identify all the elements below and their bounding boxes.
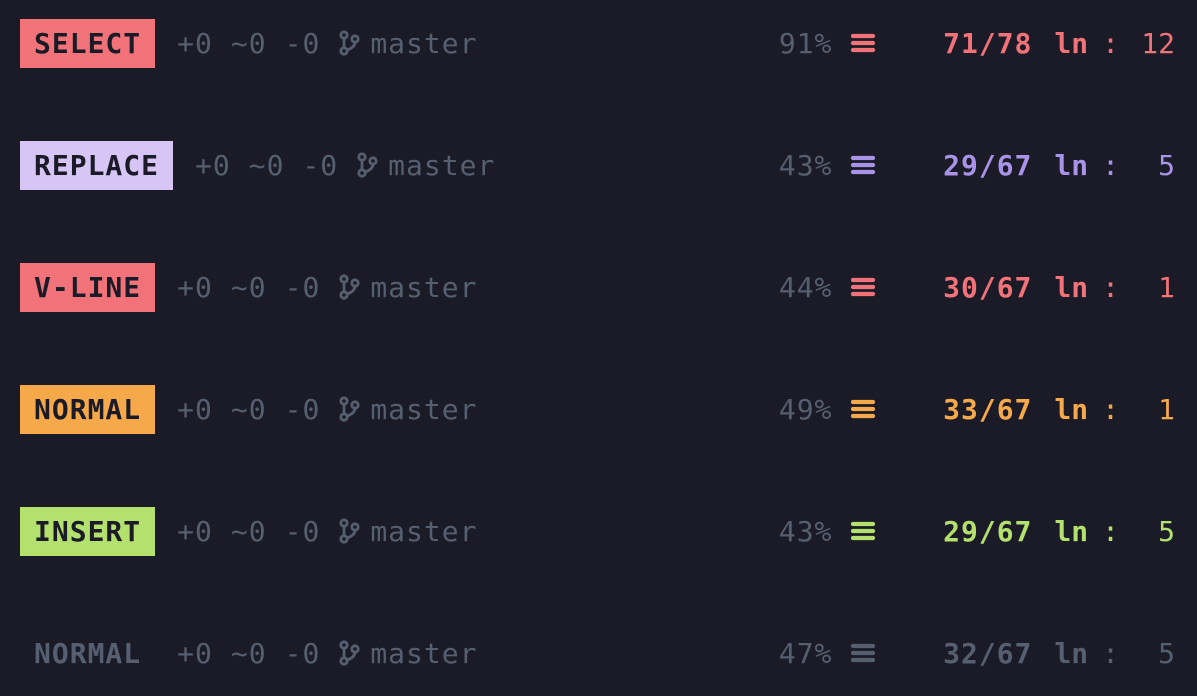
menu-icon <box>850 32 876 54</box>
line-position: 32/67 <box>912 637 1032 670</box>
git-added: +0 <box>177 637 213 670</box>
branch-icon <box>356 151 378 179</box>
git-info: +0 ~0 -0 master <box>177 27 477 60</box>
ln-label: ln <box>1054 393 1088 426</box>
status-row-replace: REPLACE +0 ~0 -0 master 43% 29/67 ln : 5 <box>20 140 1175 190</box>
scroll-percent: 49% <box>779 393 833 426</box>
column-number: 1 <box>1133 271 1175 304</box>
scroll-percent: 44% <box>779 271 833 304</box>
scroll-percent: 43% <box>779 515 833 548</box>
ln-label: ln <box>1054 271 1088 304</box>
mode-badge: NORMAL <box>20 385 155 434</box>
git-branch: master <box>370 27 477 60</box>
git-modified: ~0 <box>231 393 267 426</box>
git-modified: ~0 <box>249 149 285 182</box>
branch-icon <box>338 273 360 301</box>
git-added: +0 <box>177 271 213 304</box>
mode-badge: REPLACE <box>20 141 173 190</box>
column-number: 1 <box>1133 393 1175 426</box>
menu-icon <box>850 520 876 542</box>
git-info: +0 ~0 -0 master <box>177 515 477 548</box>
git-info: +0 ~0 -0 master <box>177 393 477 426</box>
colon: : <box>1102 637 1119 670</box>
ln-label: ln <box>1054 149 1088 182</box>
branch-icon <box>338 517 360 545</box>
scroll-percent: 43% <box>779 149 833 182</box>
scroll-percent: 47% <box>779 637 833 670</box>
git-modified: ~0 <box>231 271 267 304</box>
mode-badge: SELECT <box>20 19 155 68</box>
colon: : <box>1102 393 1119 426</box>
colon: : <box>1102 271 1119 304</box>
ln-label: ln <box>1054 515 1088 548</box>
column-number: 12 <box>1133 27 1175 60</box>
menu-icon <box>850 642 876 664</box>
git-removed: -0 <box>285 27 321 60</box>
git-removed: -0 <box>285 393 321 426</box>
git-modified: ~0 <box>231 515 267 548</box>
git-added: +0 <box>177 393 213 426</box>
ln-label: ln <box>1054 27 1088 60</box>
git-modified: ~0 <box>231 27 267 60</box>
menu-icon <box>850 276 876 298</box>
mode-badge: NORMAL <box>20 629 155 678</box>
scroll-percent: 91% <box>779 27 833 60</box>
git-info: +0 ~0 -0 master <box>195 149 495 182</box>
git-modified: ~0 <box>231 637 267 670</box>
git-branch: master <box>370 271 477 304</box>
line-position: 29/67 <box>912 149 1032 182</box>
line-position: 33/67 <box>912 393 1032 426</box>
column-number: 5 <box>1133 149 1175 182</box>
git-info: +0 ~0 -0 master <box>177 271 477 304</box>
line-position: 29/67 <box>912 515 1032 548</box>
status-row-normal: NORMAL +0 ~0 -0 master 49% 33/67 ln : 1 <box>20 384 1175 434</box>
branch-icon <box>338 639 360 667</box>
git-removed: -0 <box>285 637 321 670</box>
branch-icon <box>338 29 360 57</box>
line-position: 30/67 <box>912 271 1032 304</box>
mode-badge: V-LINE <box>20 263 155 312</box>
line-position: 71/78 <box>912 27 1032 60</box>
git-added: +0 <box>177 27 213 60</box>
git-removed: -0 <box>285 271 321 304</box>
status-row-select: SELECT +0 ~0 -0 master 91% 71/78 ln : 12 <box>20 18 1175 68</box>
colon: : <box>1102 149 1119 182</box>
colon: : <box>1102 27 1119 60</box>
status-row-vline: V-LINE +0 ~0 -0 master 44% 30/67 ln : 1 <box>20 262 1175 312</box>
git-branch: master <box>370 515 477 548</box>
git-removed: -0 <box>302 149 338 182</box>
git-branch: master <box>388 149 495 182</box>
mode-badge: INSERT <box>20 507 155 556</box>
menu-icon <box>850 398 876 420</box>
branch-icon <box>338 395 360 423</box>
colon: : <box>1102 515 1119 548</box>
git-info: +0 ~0 -0 master <box>177 637 477 670</box>
column-number: 5 <box>1133 637 1175 670</box>
status-row-insert: INSERT +0 ~0 -0 master 43% 29/67 ln : 5 <box>20 506 1175 556</box>
column-number: 5 <box>1133 515 1175 548</box>
status-row-normal-inactive: NORMAL +0 ~0 -0 master 47% 32/67 ln : 5 <box>20 628 1175 678</box>
git-branch: master <box>370 637 477 670</box>
menu-icon <box>850 154 876 176</box>
git-removed: -0 <box>285 515 321 548</box>
ln-label: ln <box>1054 637 1088 670</box>
git-branch: master <box>370 393 477 426</box>
git-added: +0 <box>177 515 213 548</box>
git-added: +0 <box>195 149 231 182</box>
